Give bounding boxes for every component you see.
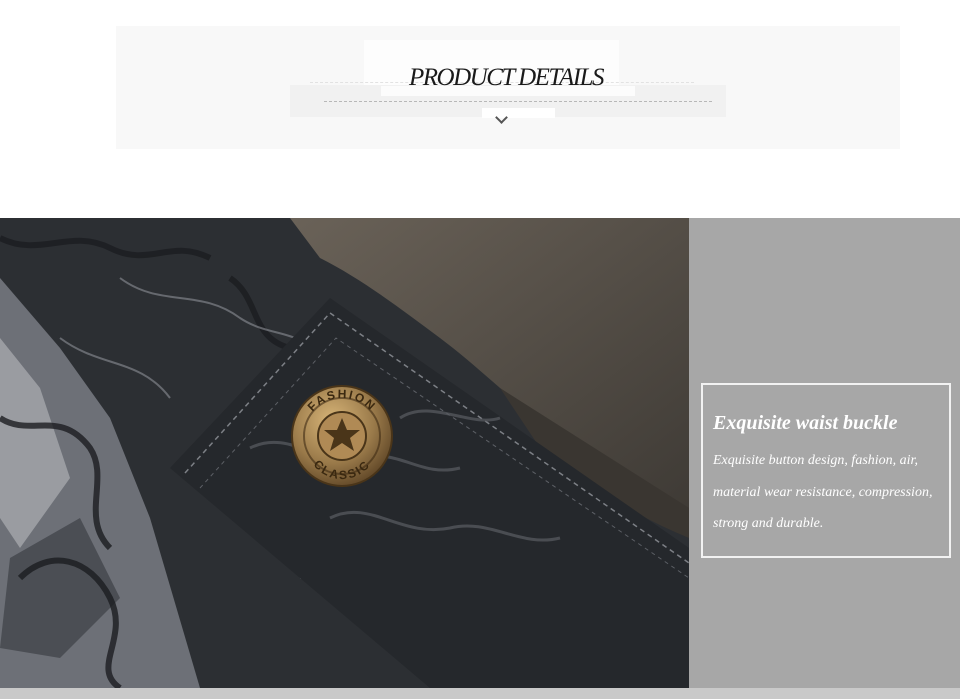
product-photo: FASHION CLASSIC: [0, 218, 689, 688]
bottom-strip: [0, 688, 960, 699]
feature-title: Exquisite waist buckle: [713, 412, 898, 434]
header-divider: [324, 101, 712, 102]
feature-description: Exquisite button design, fashion, air, m…: [713, 453, 933, 531]
section-title: PRODUCT DETAILS: [409, 64, 604, 91]
header-notch-decoration: [482, 108, 555, 118]
